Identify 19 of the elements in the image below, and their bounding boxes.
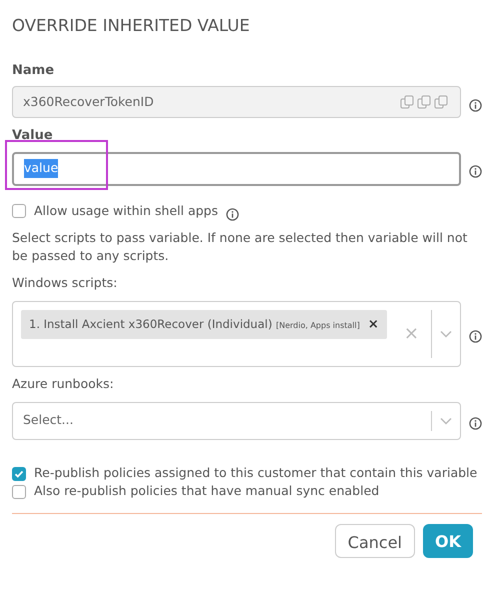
cancel-button[interactable]: Cancel — [334, 524, 415, 558]
checkbox-label: Allow usage within shell apps — [34, 202, 218, 220]
field-label: Name — [12, 62, 56, 80]
checkbox[interactable] — [12, 485, 26, 500]
checkbox-label: Re-publish policies assigned to this customer that contain this variable — [34, 464, 478, 482]
field-label: Azure runbooks: — [12, 374, 115, 393]
tag-text: 1. Install Axcient x360Recover (Individual) [Nerdio, Apps install] — [29, 316, 360, 333]
checkbox-label: Also re-publish policies that have manual sync enabled — [34, 482, 380, 500]
ok-button[interactable]: OK — [423, 524, 473, 558]
field-label: Value — [12, 127, 54, 146]
checkbox[interactable] — [12, 466, 26, 480]
select-field[interactable]: Select... — [12, 402, 461, 440]
checkbox[interactable] — [12, 204, 26, 218]
dialog-title: OVERRIDE INHERITED VALUE — [12, 15, 251, 37]
value-input[interactable]: value — [12, 152, 461, 186]
remove-tag-button[interactable]: × — [368, 314, 379, 334]
help-text: Select scripts to pass variable. If none are selected then variable will not be passed to any scripts. — [12, 228, 468, 266]
field-label: Windows scripts: — [12, 274, 118, 292]
multi-select[interactable]: 1. Install Axcient x360Recover (Individual) [Nerdio, Apps install] × × — [12, 300, 461, 367]
